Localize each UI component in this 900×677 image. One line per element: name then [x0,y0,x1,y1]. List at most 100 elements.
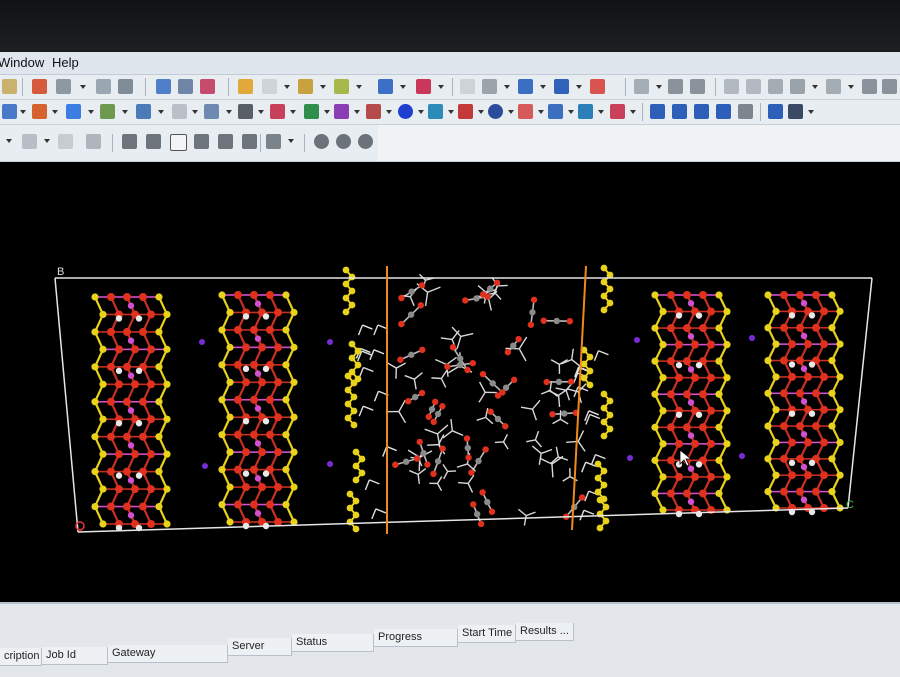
filter-icon[interactable] [882,79,897,94]
surface-icon[interactable] [578,104,593,119]
panel-4-icon[interactable] [716,104,731,119]
sort-asc-icon[interactable] [668,79,683,94]
color-icon[interactable] [458,104,473,119]
grid-view-icon[interactable] [22,134,37,149]
sort-desc-icon[interactable] [690,79,705,94]
bond [595,455,605,459]
tumble-icon[interactable] [358,134,373,149]
first-frame-icon[interactable] [122,134,137,149]
build-crystal-icon[interactable] [32,104,47,119]
element-c-icon[interactable] [262,79,277,94]
atom [696,362,702,368]
atom [801,366,807,372]
network-icon[interactable] [204,104,219,119]
bond [431,378,441,379]
grid-icon[interactable] [460,79,475,94]
lattice-icon[interactable] [200,79,215,94]
atom [258,343,266,351]
bars-icon[interactable] [554,79,569,94]
atom [780,455,788,463]
atom [128,477,134,483]
chart-icon[interactable] [826,79,841,94]
menu-help[interactable]: Help [52,55,79,70]
camera-icon[interactable] [118,79,133,94]
menu-window[interactable]: Window [0,55,44,70]
panel-2-icon[interactable] [672,104,687,119]
mesh-icon[interactable] [334,104,349,119]
atom [139,328,147,336]
next-frame-icon[interactable] [194,134,209,149]
sort-icon[interactable] [862,79,877,94]
atom [723,341,730,348]
fit-icon[interactable] [96,79,111,94]
stop-icon[interactable] [170,134,187,151]
bond [503,434,507,442]
k-tool-icon[interactable] [304,104,319,119]
atom [549,411,555,417]
toolbar-empty-area [378,125,900,161]
target-icon[interactable] [56,79,71,94]
col-job-id[interactable]: Job Id [42,647,108,665]
scatter-icon[interactable] [610,104,625,119]
col-description[interactable]: cription [0,648,42,666]
atom [502,423,508,429]
column-icon[interactable] [634,79,649,94]
dots-icon[interactable] [416,79,431,94]
supercell-icon[interactable] [100,104,115,119]
bond-tool-icon[interactable] [298,79,313,94]
play-icon[interactable] [218,134,233,149]
script-icon[interactable] [768,79,783,94]
layout-icon[interactable] [768,104,783,119]
col-results[interactable]: Results ... [516,623,574,641]
pattern-icon[interactable] [366,104,381,119]
grid-settings-icon[interactable] [788,104,803,119]
atom-select-icon[interactable] [156,79,171,94]
spectrum-icon[interactable] [518,104,533,119]
sphere-icon[interactable] [398,104,413,119]
col-status[interactable]: Status [292,634,374,652]
last-frame-icon[interactable] [242,134,257,149]
atoms-icon[interactable] [66,104,81,119]
nav-last-icon[interactable] [746,79,761,94]
atom [408,311,414,317]
col-start-time[interactable]: Start Time [458,625,516,643]
table-icon[interactable] [58,134,73,149]
col-progress[interactable]: Progress [374,629,458,647]
rotate-icon[interactable] [314,134,329,149]
bond [457,336,461,348]
atom [242,448,250,456]
atom [480,371,486,377]
g-tool-icon[interactable] [238,104,253,119]
export-icon[interactable] [738,104,753,119]
panel-3-icon[interactable] [694,104,709,119]
clock-icon[interactable] [270,104,285,119]
step-icon[interactable] [266,134,281,149]
structure-viewport[interactable]: B C [0,162,900,602]
measure-icon[interactable] [590,79,605,94]
edit-icon[interactable] [86,134,101,149]
ring-tool-icon[interactable] [334,79,349,94]
home-icon[interactable] [32,79,47,94]
col-gateway[interactable]: Gateway [108,645,228,663]
list-icon[interactable] [790,79,805,94]
nav-first-icon[interactable] [724,79,739,94]
atom [123,328,131,336]
pencil-icon[interactable] [238,79,253,94]
hydrogen-icon[interactable] [482,79,497,94]
symmetry-icon[interactable] [136,104,151,119]
prev-frame-icon[interactable] [146,134,161,149]
path-icon[interactable] [548,104,563,119]
bond-length-icon[interactable] [2,104,17,119]
atom [99,416,106,423]
atom [234,361,242,369]
orbit-icon[interactable] [488,104,503,119]
wave-icon[interactable] [428,104,443,119]
spin-icon[interactable] [336,134,351,149]
panel-1-icon[interactable] [650,104,665,119]
move-icon[interactable] [2,79,17,94]
abc-label-icon[interactable] [178,79,193,94]
cross-icon[interactable] [378,79,393,94]
layers-icon[interactable] [518,79,533,94]
col-server[interactable]: Server [228,638,292,656]
graph-icon[interactable] [172,104,187,119]
